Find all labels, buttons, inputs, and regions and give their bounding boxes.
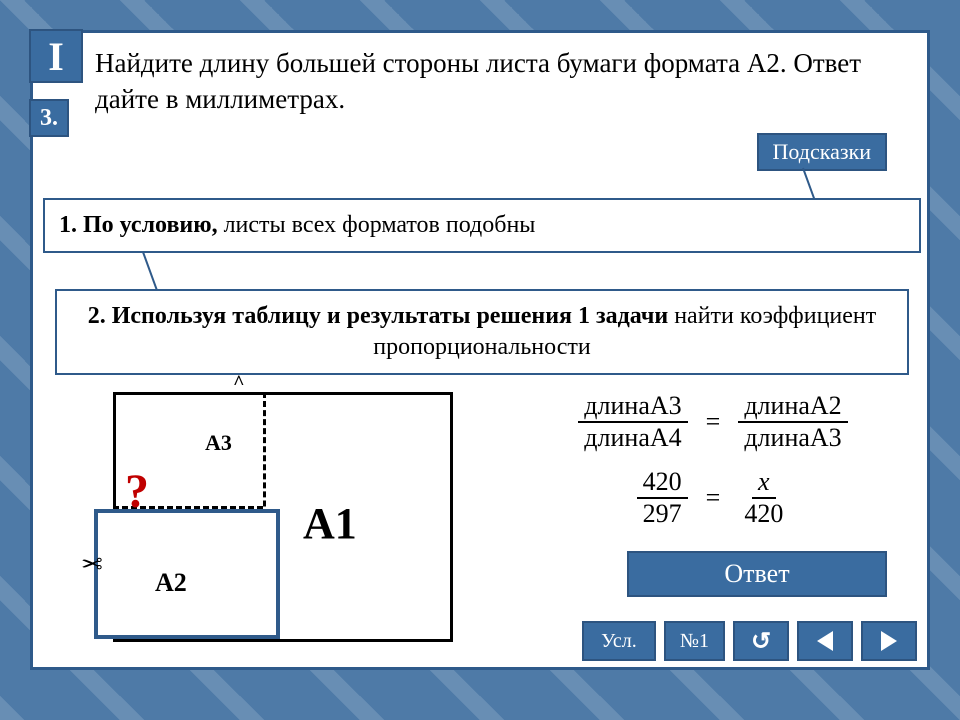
denominator: 297 [637,499,688,529]
slide-card: I 3. Найдите длину большей стороны листа… [30,30,930,670]
fraction: длинаА3 длинаА4 [578,391,687,453]
question-mark: ? [125,464,149,519]
task1-button[interactable]: №1 [664,621,725,661]
a3-label: A3 [205,430,232,456]
part-badge: I [29,29,83,83]
undo-button[interactable]: ↺ [733,621,789,661]
next-button[interactable] [861,621,917,661]
hint-1-rest: листы всех форматов подобны [218,212,536,238]
hint-2-lead: 2. Используя таблицу и результаты решени… [88,303,668,329]
denominator: длинаА3 [738,423,847,453]
task-number-badge: 3. [29,99,69,137]
triangle-left-icon [817,631,833,651]
prev-button[interactable] [797,621,853,661]
fraction: длинаА2 длинаА3 [738,391,847,453]
numerator: длинаА3 [578,391,687,423]
a2-label: A2 [155,568,187,598]
fraction: x 420 [738,467,789,529]
conditions-button[interactable]: Усл. [582,621,656,661]
paper-diagram: ^ A1 A3 A2 ? ✂ [93,378,463,648]
equals-sign: = [700,407,727,437]
numerator: длинаА2 [738,391,847,423]
proportion-row-2: 420 297 = x 420 [513,467,913,529]
triangle-right-icon [881,631,897,651]
answer-button[interactable]: Ответ [627,551,887,597]
hint-2-box: 2. Используя таблицу и результаты решени… [55,289,909,375]
numerator-x: x [752,467,776,499]
hints-button[interactable]: Подсказки [757,133,887,171]
a1-label: A1 [303,498,357,549]
hint-1-lead: 1. По условию, [59,212,218,238]
denominator: длинаА4 [578,423,687,453]
question-text: Найдите длину большей стороны листа бума… [95,45,885,118]
bottom-nav: Усл. №1 ↺ [33,621,927,667]
proportion-row-1: длинаА3 длинаА4 = длинаА2 длинаА3 [513,391,913,453]
fraction: 420 297 [637,467,688,529]
hint-1-box: 1. По условию, листы всех форматов подоб… [43,198,921,253]
equations: длинаА3 длинаА4 = длинаА2 длинаА3 420 29… [513,391,913,543]
equals-sign: = [700,483,727,513]
scissors-icon: ✂ [81,550,103,580]
undo-icon: ↺ [751,627,771,656]
numerator: 420 [637,467,688,499]
denominator: 420 [738,499,789,529]
a2-rect [94,509,280,639]
